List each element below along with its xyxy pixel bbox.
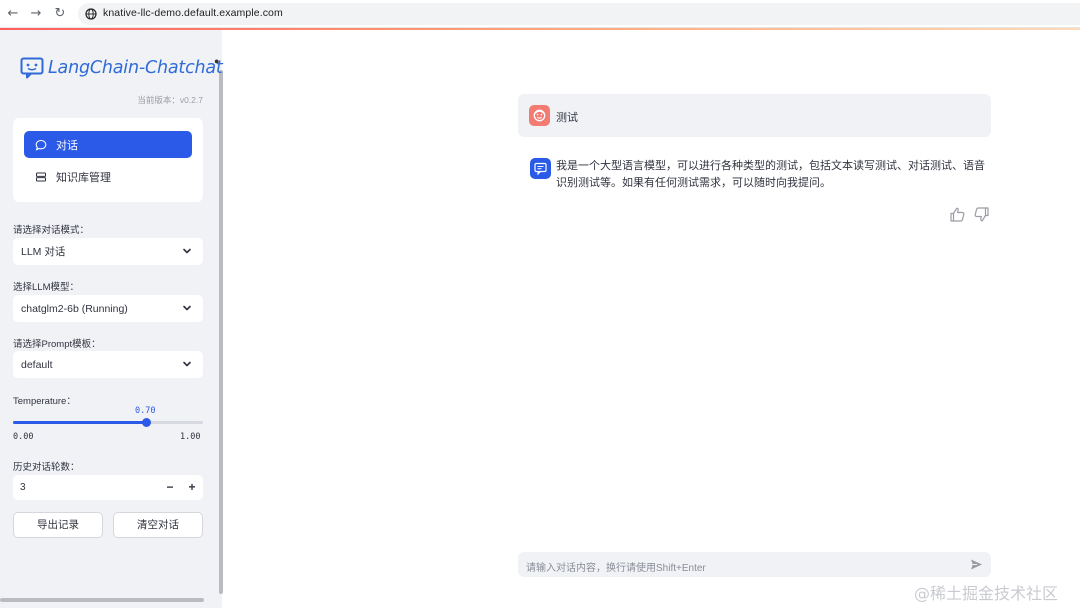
temperature-slider-fill: [13, 421, 146, 424]
prompt-select-value: default: [21, 358, 53, 371]
user-message-text: 测试: [556, 112, 578, 124]
watermark: @稀土掘金技术社区: [914, 584, 1059, 603]
temperature-slider[interactable]: [13, 418, 203, 427]
assistant-avatar: [530, 158, 551, 179]
chat-bubble-icon: [35, 139, 47, 151]
user-face-icon: [533, 109, 546, 122]
mode-label: 请选择对话模式：: [13, 225, 90, 236]
chat-input[interactable]: 请输入对话内容，换行请使用Shift+Enter: [518, 552, 991, 577]
sidebar-horizontal-scrollbar[interactable]: [0, 598, 204, 602]
send-icon[interactable]: [970, 558, 983, 571]
browser-toolbar: ← → ↻ knative-llc-demo.default.example.c…: [0, 0, 1080, 28]
history-number-input[interactable]: 3 − +: [13, 475, 203, 500]
increment-button[interactable]: +: [184, 479, 200, 496]
model-label: 选择LLM模型：: [13, 282, 79, 293]
chevron-down-icon: [183, 361, 191, 367]
temperature-min: 0.00: [13, 432, 34, 442]
logo-text: LangChain-Chatchat: [48, 58, 223, 78]
history-value: 3: [20, 482, 26, 493]
robot-chat-icon: [534, 162, 547, 176]
database-icon: [36, 172, 46, 181]
version-label: 当前版本：v0.2.7: [137, 95, 203, 105]
chat-logo-icon: [20, 57, 44, 79]
prompt-select[interactable]: default: [13, 351, 203, 378]
thumbs-up-icon[interactable]: [949, 206, 966, 223]
assistant-message-text: 我是一个大型语言模型，可以进行各种类型的测试，包括文本读写测试、对话测试、语音识…: [556, 160, 985, 189]
temperature-slider-thumb[interactable]: [142, 418, 151, 427]
address-bar[interactable]: knative-llc-demo.default.example.com: [78, 3, 1080, 25]
mode-select[interactable]: LLM 对话: [13, 238, 203, 265]
mode-select-value: LLM 对话: [21, 246, 66, 258]
site-info-icon[interactable]: [85, 8, 97, 20]
menu-item-chat-label: 对话: [56, 139, 78, 152]
user-avatar: [529, 105, 550, 126]
thumbs-down-icon[interactable]: [973, 206, 990, 223]
user-message: 测试: [518, 94, 991, 137]
model-select[interactable]: chatglm2-6b (Running): [13, 295, 203, 322]
forward-icon[interactable]: →: [27, 5, 45, 23]
menu-item-chat[interactable]: 对话: [24, 131, 192, 158]
clear-chat-button[interactable]: 清空对话: [113, 512, 203, 538]
reload-icon[interactable]: ↻: [51, 5, 69, 23]
history-label: 历史对话轮数：: [13, 462, 80, 473]
temperature-value: 0.70: [135, 406, 156, 416]
url-text: knative-llc-demo.default.example.com: [103, 7, 283, 19]
nav-menu: 对话 知识库管理: [13, 118, 203, 202]
temperature-label: Temperature：: [13, 396, 76, 407]
export-button[interactable]: 导出记录: [13, 512, 103, 538]
decrement-button[interactable]: −: [162, 479, 178, 496]
model-select-value: chatglm2-6b (Running): [21, 302, 128, 315]
back-icon[interactable]: ←: [4, 5, 22, 23]
menu-item-knowledge-base[interactable]: 知识库管理: [24, 163, 192, 190]
prompt-label: 请选择Prompt模板：: [13, 339, 101, 350]
chevron-down-icon: [183, 248, 191, 254]
temperature-max: 1.00: [180, 432, 201, 442]
chat-input-placeholder: 请输入对话内容，换行请使用Shift+Enter: [526, 563, 706, 574]
sidebar-scrollbar[interactable]: [219, 70, 223, 594]
menu-item-knowledge-base-label: 知识库管理: [56, 171, 111, 184]
chevron-down-icon: [183, 305, 191, 311]
app-logo: LangChain-Chatchat: [20, 55, 223, 81]
